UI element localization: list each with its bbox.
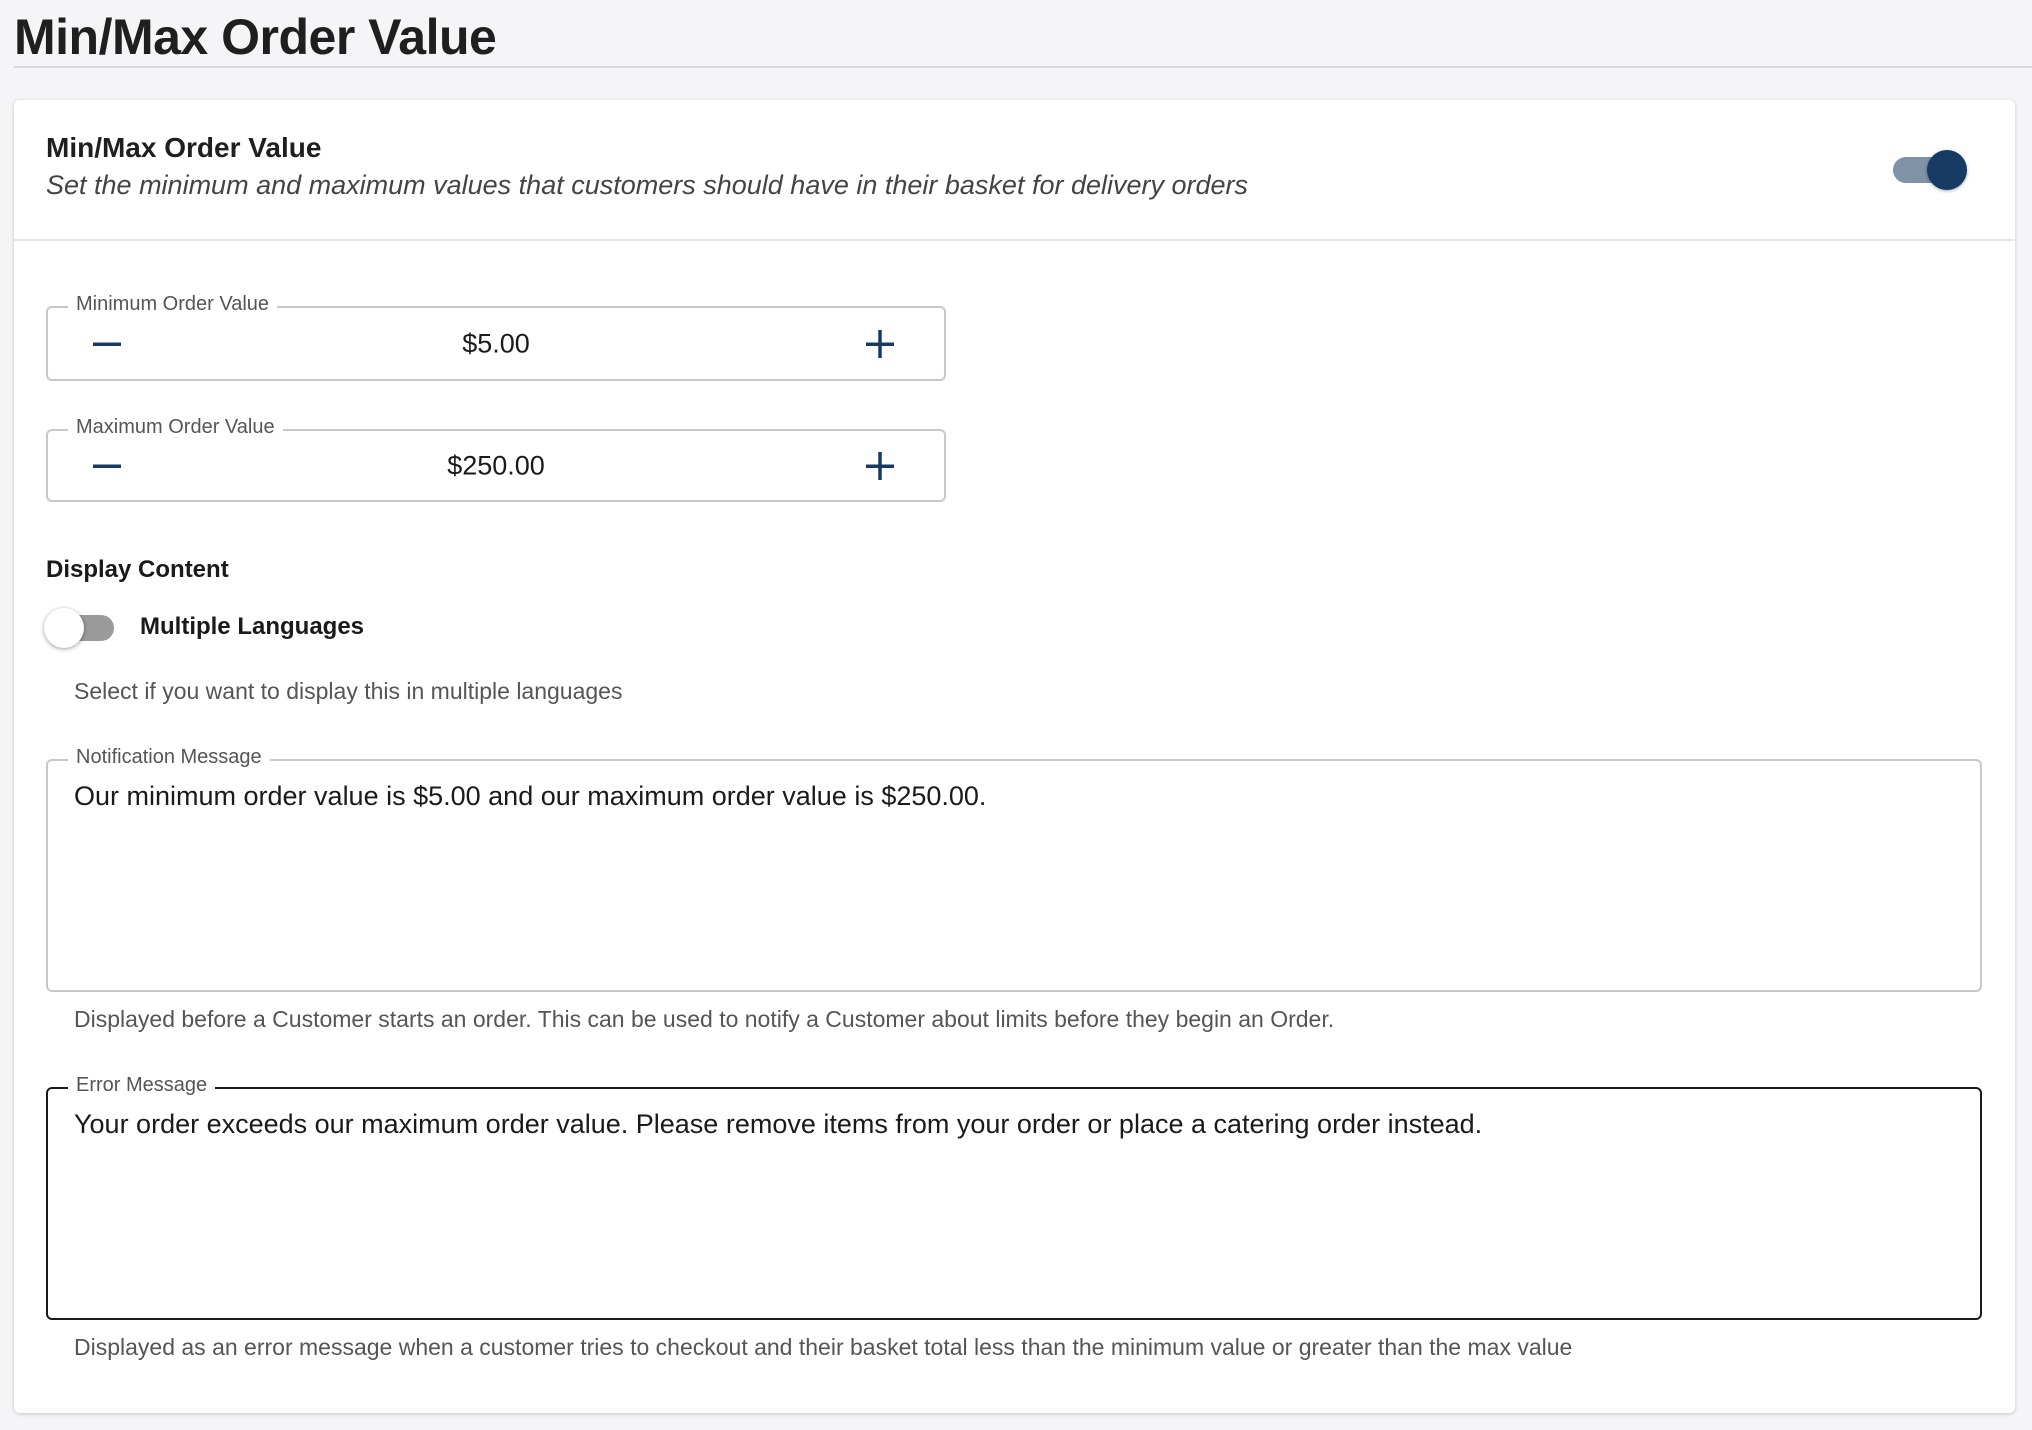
error-message-field[interactable]: Error Message Your order exceeds our max… — [46, 1074, 1982, 1320]
title-divider — [14, 66, 2032, 68]
max-order-increment-button[interactable] — [856, 442, 904, 490]
min-order-increment-button[interactable] — [856, 320, 904, 368]
multiple-languages-label: Multiple Languages — [140, 613, 365, 640]
notification-message-label: Notification Message — [68, 746, 270, 769]
max-order-label: Maximum Order Value — [68, 416, 283, 439]
min-max-card: Min/Max Order Value Set the minimum and … — [14, 100, 2015, 1413]
max-order-value[interactable]: $250.00 — [48, 450, 944, 481]
max-order-stepper: Maximum Order Value $250.00 — [46, 416, 946, 502]
error-message-text[interactable]: Your order exceeds our maximum order val… — [74, 1107, 1954, 1142]
page-title: Min/Max Order Value — [14, 9, 497, 65]
error-message-label: Error Message — [68, 1074, 216, 1097]
multiple-languages-helper: Select if you want to display this in mu… — [74, 678, 623, 704]
plus-icon — [866, 329, 894, 358]
plus-icon — [866, 451, 894, 480]
error-message-helper: Displayed as an error message when a cus… — [74, 1334, 1573, 1360]
enable-toggle-thumb — [1927, 150, 1967, 190]
notification-message-helper: Displayed before a Customer starts an or… — [74, 1006, 1335, 1032]
display-content-heading: Display Content — [46, 556, 229, 583]
min-order-stepper: Minimum Order Value $5.00 — [46, 293, 946, 381]
min-order-label: Minimum Order Value — [68, 293, 278, 316]
card-header: Min/Max Order Value Set the minimum and … — [14, 100, 2015, 241]
min-order-value[interactable]: $5.00 — [48, 328, 944, 359]
notification-message-field[interactable]: Notification Message Our minimum order v… — [46, 746, 1982, 992]
multiple-languages-toggle[interactable] — [42, 606, 122, 650]
notification-message-text[interactable]: Our minimum order value is $5.00 and our… — [74, 779, 1954, 814]
enable-toggle[interactable] — [1889, 148, 1969, 192]
card-subtitle: Set the minimum and maximum values that … — [46, 170, 1249, 200]
multiple-languages-toggle-thumb — [44, 608, 84, 648]
card-title: Min/Max Order Value — [46, 132, 322, 163]
